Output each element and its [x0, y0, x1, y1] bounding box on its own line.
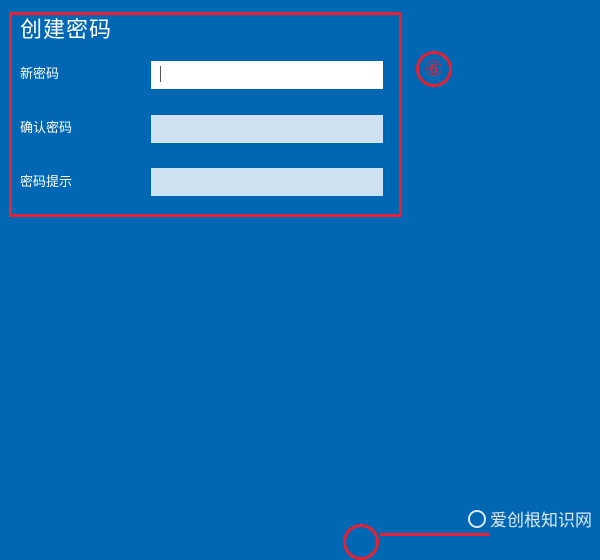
confirm-password-label: 确认密码	[20, 121, 73, 136]
text-caret	[160, 66, 161, 82]
confirm-password-input[interactable]	[151, 115, 383, 143]
watermark-logo-icon	[468, 509, 486, 528]
new-password-label: 新密码	[20, 67, 60, 82]
highlight-underline	[380, 533, 490, 536]
password-hint-input[interactable]	[151, 168, 383, 196]
watermark: 爱创根知识网	[468, 506, 592, 531]
step-six-badge: ⑥	[416, 51, 452, 87]
step-seven-circle	[343, 524, 379, 560]
new-password-input[interactable]	[151, 61, 383, 89]
password-hint-label: 密码提示	[20, 175, 73, 190]
watermark-text: 爱创根知识网	[490, 511, 592, 531]
